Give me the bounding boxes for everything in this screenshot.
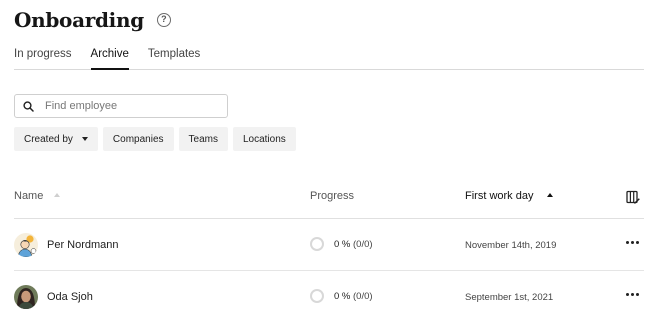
column-header-progress-label: Progress (310, 190, 355, 202)
avatar (14, 233, 38, 257)
table-header: Name Progress First work day (14, 181, 644, 219)
progress-value: 0 % (0/0) (334, 291, 373, 302)
first-work-day: November 14th, 2019 (465, 240, 557, 251)
search-icon (23, 100, 34, 112)
filter-teams-button[interactable]: Teams (178, 127, 228, 151)
search-box (14, 94, 228, 118)
search-input[interactable] (45, 100, 215, 112)
progress-percent: 0 % (334, 239, 351, 250)
progress-percent: 0 % (334, 291, 351, 302)
progress-ring-icon (310, 237, 324, 251)
table-row[interactable]: Per Nordmann 0 % (0/0) November 14th, 20… (14, 219, 644, 271)
filter-teams-label: Teams (188, 133, 218, 145)
filter-locations-button[interactable]: Locations (232, 127, 296, 151)
column-header-progress[interactable]: Progress (310, 190, 354, 202)
tab-in-progress[interactable]: In progress (14, 48, 72, 70)
column-header-name[interactable]: Name (14, 190, 61, 202)
more-options-icon[interactable] (626, 241, 641, 244)
help-circle-icon[interactable]: ? (156, 13, 171, 27)
employee-name[interactable]: Oda Sjoh (47, 291, 93, 303)
column-header-first-work-day-label: First work day (465, 190, 534, 202)
filter-companies-button[interactable]: Companies (102, 127, 174, 151)
filter-created-by-button[interactable]: Created by (14, 127, 98, 151)
tab-templates[interactable]: Templates (148, 48, 200, 70)
first-work-day: September 1st, 2021 (465, 292, 554, 303)
page-header: Onboarding ? (14, 8, 171, 32)
page-title: Onboarding (14, 8, 144, 32)
progress-count: (0/0) (353, 239, 373, 250)
column-header-first-work-day[interactable]: First work day (465, 190, 553, 202)
caret-down-icon (81, 137, 88, 141)
sort-indicator-icon (54, 193, 61, 197)
filter-locations-label: Locations (242, 133, 286, 145)
column-header-name-label: Name (14, 190, 44, 202)
progress-ring-icon (310, 289, 324, 303)
more-options-icon[interactable] (626, 293, 641, 296)
progress-value: 0 % (0/0) (334, 239, 373, 250)
employee-name[interactable]: Per Nordmann (47, 239, 119, 251)
table-row[interactable]: Oda Sjoh 0 % (0/0) September 1st, 2021 (14, 271, 644, 323)
tab-bar: In progress Archive Templates (14, 48, 644, 70)
sort-ascending-icon (546, 193, 553, 197)
avatar (14, 285, 38, 309)
filter-created-by-label: Created by (24, 133, 73, 145)
tab-archive[interactable]: Archive (90, 48, 129, 70)
filter-companies-label: Companies (112, 133, 164, 145)
filter-bar: Created by Companies Teams Locations (14, 127, 301, 151)
progress-count: (0/0) (353, 291, 373, 302)
column-settings-icon[interactable] (626, 190, 640, 207)
